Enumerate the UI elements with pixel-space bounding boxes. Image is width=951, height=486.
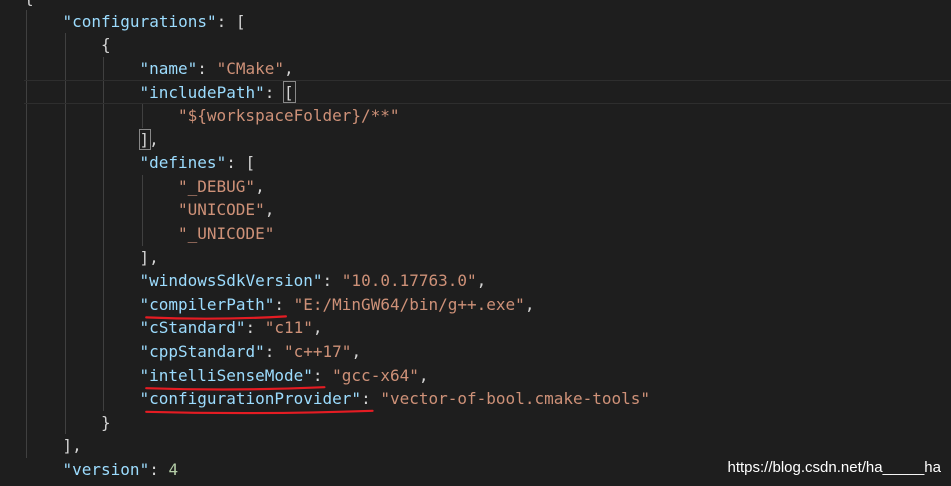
- red-underline: [145, 386, 326, 391]
- code-editor[interactable]: {"configurations": [{"name": "CMake","in…: [0, 0, 951, 486]
- red-underline: [145, 315, 287, 320]
- watermark: https://blog.csdn.net/ha_____ha: [727, 459, 941, 476]
- red-underline-annotations: [145, 315, 374, 415]
- red-underline: [145, 409, 374, 415]
